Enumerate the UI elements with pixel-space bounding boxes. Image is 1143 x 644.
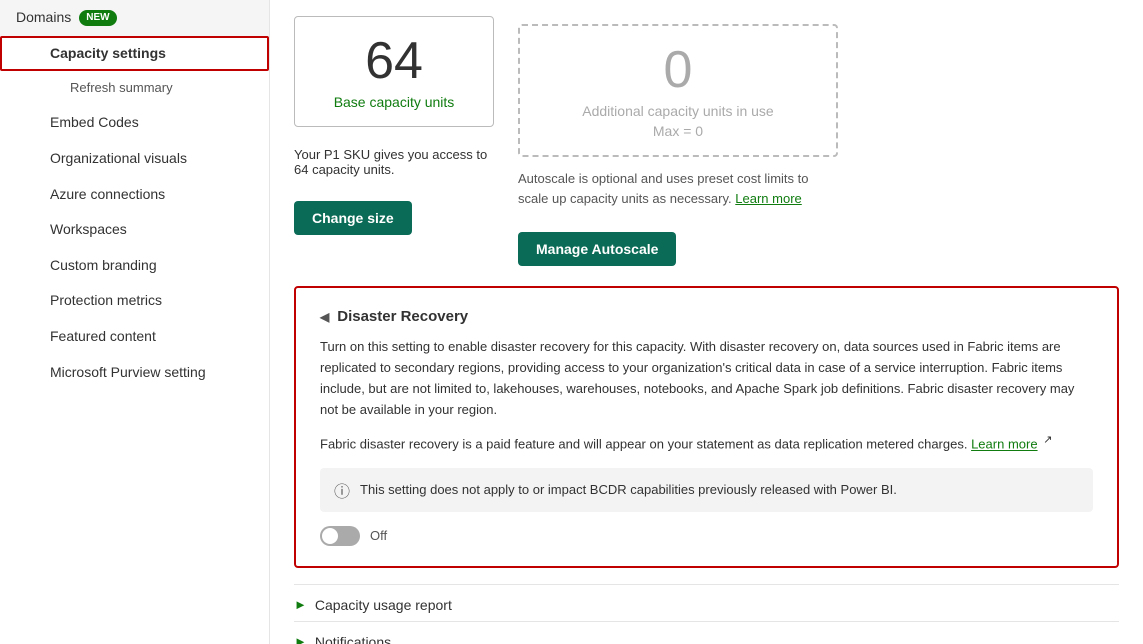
additional-capacity-label: Additional capacity units in use [544, 103, 812, 119]
base-capacity-card: 64 Base capacity units [294, 16, 494, 127]
sidebar-item-protection-metrics[interactable]: Protection metrics [0, 283, 269, 319]
base-capacity-col: 64 Base capacity units Your P1 SKU gives… [294, 16, 494, 235]
sidebar-item-microsoft-purview[interactable]: Microsoft Purview setting [0, 355, 269, 391]
capacity-usage-report-row[interactable]: ► Capacity usage report [294, 584, 1119, 621]
sidebar-item-embed-codes[interactable]: Embed Codes [0, 105, 269, 141]
notifications-label: Notifications [315, 634, 391, 644]
sidebar-domains-label: Domains [16, 8, 71, 28]
info-icon: ⓘ [334, 478, 350, 502]
external-link-icon: ↗ [1043, 434, 1052, 446]
manage-autoscale-button[interactable]: Manage Autoscale [518, 232, 676, 266]
sidebar-item-org-visuals[interactable]: Organizational visuals [0, 141, 269, 177]
disaster-recovery-learn-more-link[interactable]: Learn more [971, 437, 1037, 452]
notifications-chevron-icon: ► [294, 634, 307, 644]
sidebar-item-capacity-settings[interactable]: Capacity settings [0, 36, 269, 72]
change-size-button[interactable]: Change size [294, 201, 412, 235]
sidebar-org-visuals-label: Organizational visuals [50, 149, 187, 169]
sidebar: Domains New Capacity settings Refresh su… [0, 0, 270, 644]
toggle-label: Off [370, 528, 387, 543]
sidebar-item-featured-content[interactable]: Featured content [0, 319, 269, 355]
base-capacity-number: 64 [319, 33, 469, 90]
collapse-icon: ◀ [320, 310, 329, 324]
disaster-recovery-info-bar: ⓘ This setting does not apply to or impa… [320, 468, 1093, 512]
additional-capacity-number: 0 [544, 42, 812, 99]
notifications-row[interactable]: ► Notifications [294, 621, 1119, 644]
disaster-recovery-title: ◀ Disaster Recovery [320, 308, 1093, 325]
capacity-usage-chevron-icon: ► [294, 597, 307, 612]
sidebar-item-workspaces[interactable]: Workspaces [0, 212, 269, 248]
sidebar-azure-connections-label: Azure connections [50, 185, 165, 205]
additional-capacity-max: Max = 0 [544, 123, 812, 139]
disaster-recovery-body2: Fabric disaster recovery is a paid featu… [320, 432, 1093, 455]
autoscale-learn-more-link[interactable]: Learn more [735, 191, 801, 206]
sidebar-microsoft-purview-label: Microsoft Purview setting [50, 363, 206, 383]
sidebar-item-azure-connections[interactable]: Azure connections [0, 177, 269, 213]
disaster-recovery-section: ◀ Disaster Recovery Turn on this setting… [294, 286, 1119, 567]
disaster-recovery-info-text: This setting does not apply to or impact… [360, 482, 897, 497]
sidebar-embed-codes-label: Embed Codes [50, 113, 139, 133]
capacity-row: 64 Base capacity units Your P1 SKU gives… [294, 16, 1119, 266]
sidebar-refresh-summary-label: Refresh summary [70, 79, 173, 97]
additional-capacity-card: 0 Additional capacity units in use Max =… [518, 24, 838, 157]
sidebar-capacity-settings-label: Capacity settings [50, 44, 166, 64]
main-content: 64 Base capacity units Your P1 SKU gives… [270, 0, 1143, 644]
sidebar-featured-content-label: Featured content [50, 327, 156, 347]
autoscale-description: Autoscale is optional and uses preset co… [518, 169, 838, 208]
sidebar-custom-branding-label: Custom branding [50, 256, 157, 276]
sidebar-workspaces-label: Workspaces [50, 220, 127, 240]
base-capacity-label: Base capacity units [319, 94, 469, 110]
sidebar-item-refresh-summary[interactable]: Refresh summary [0, 71, 269, 105]
sidebar-item-custom-branding[interactable]: Custom branding [0, 248, 269, 284]
sku-description: Your P1 SKU gives you access to 64 capac… [294, 147, 494, 177]
disaster-recovery-toggle[interactable] [320, 526, 360, 546]
additional-capacity-col: 0 Additional capacity units in use Max =… [518, 16, 838, 266]
sidebar-item-domains[interactable]: Domains New [0, 0, 269, 36]
disaster-recovery-body1: Turn on this setting to enable disaster … [320, 337, 1093, 420]
capacity-usage-report-label: Capacity usage report [315, 597, 452, 613]
sidebar-protection-metrics-label: Protection metrics [50, 291, 162, 311]
toggle-knob [322, 528, 338, 544]
disaster-recovery-toggle-row: Off [320, 526, 1093, 546]
domains-new-badge: New [79, 10, 116, 26]
